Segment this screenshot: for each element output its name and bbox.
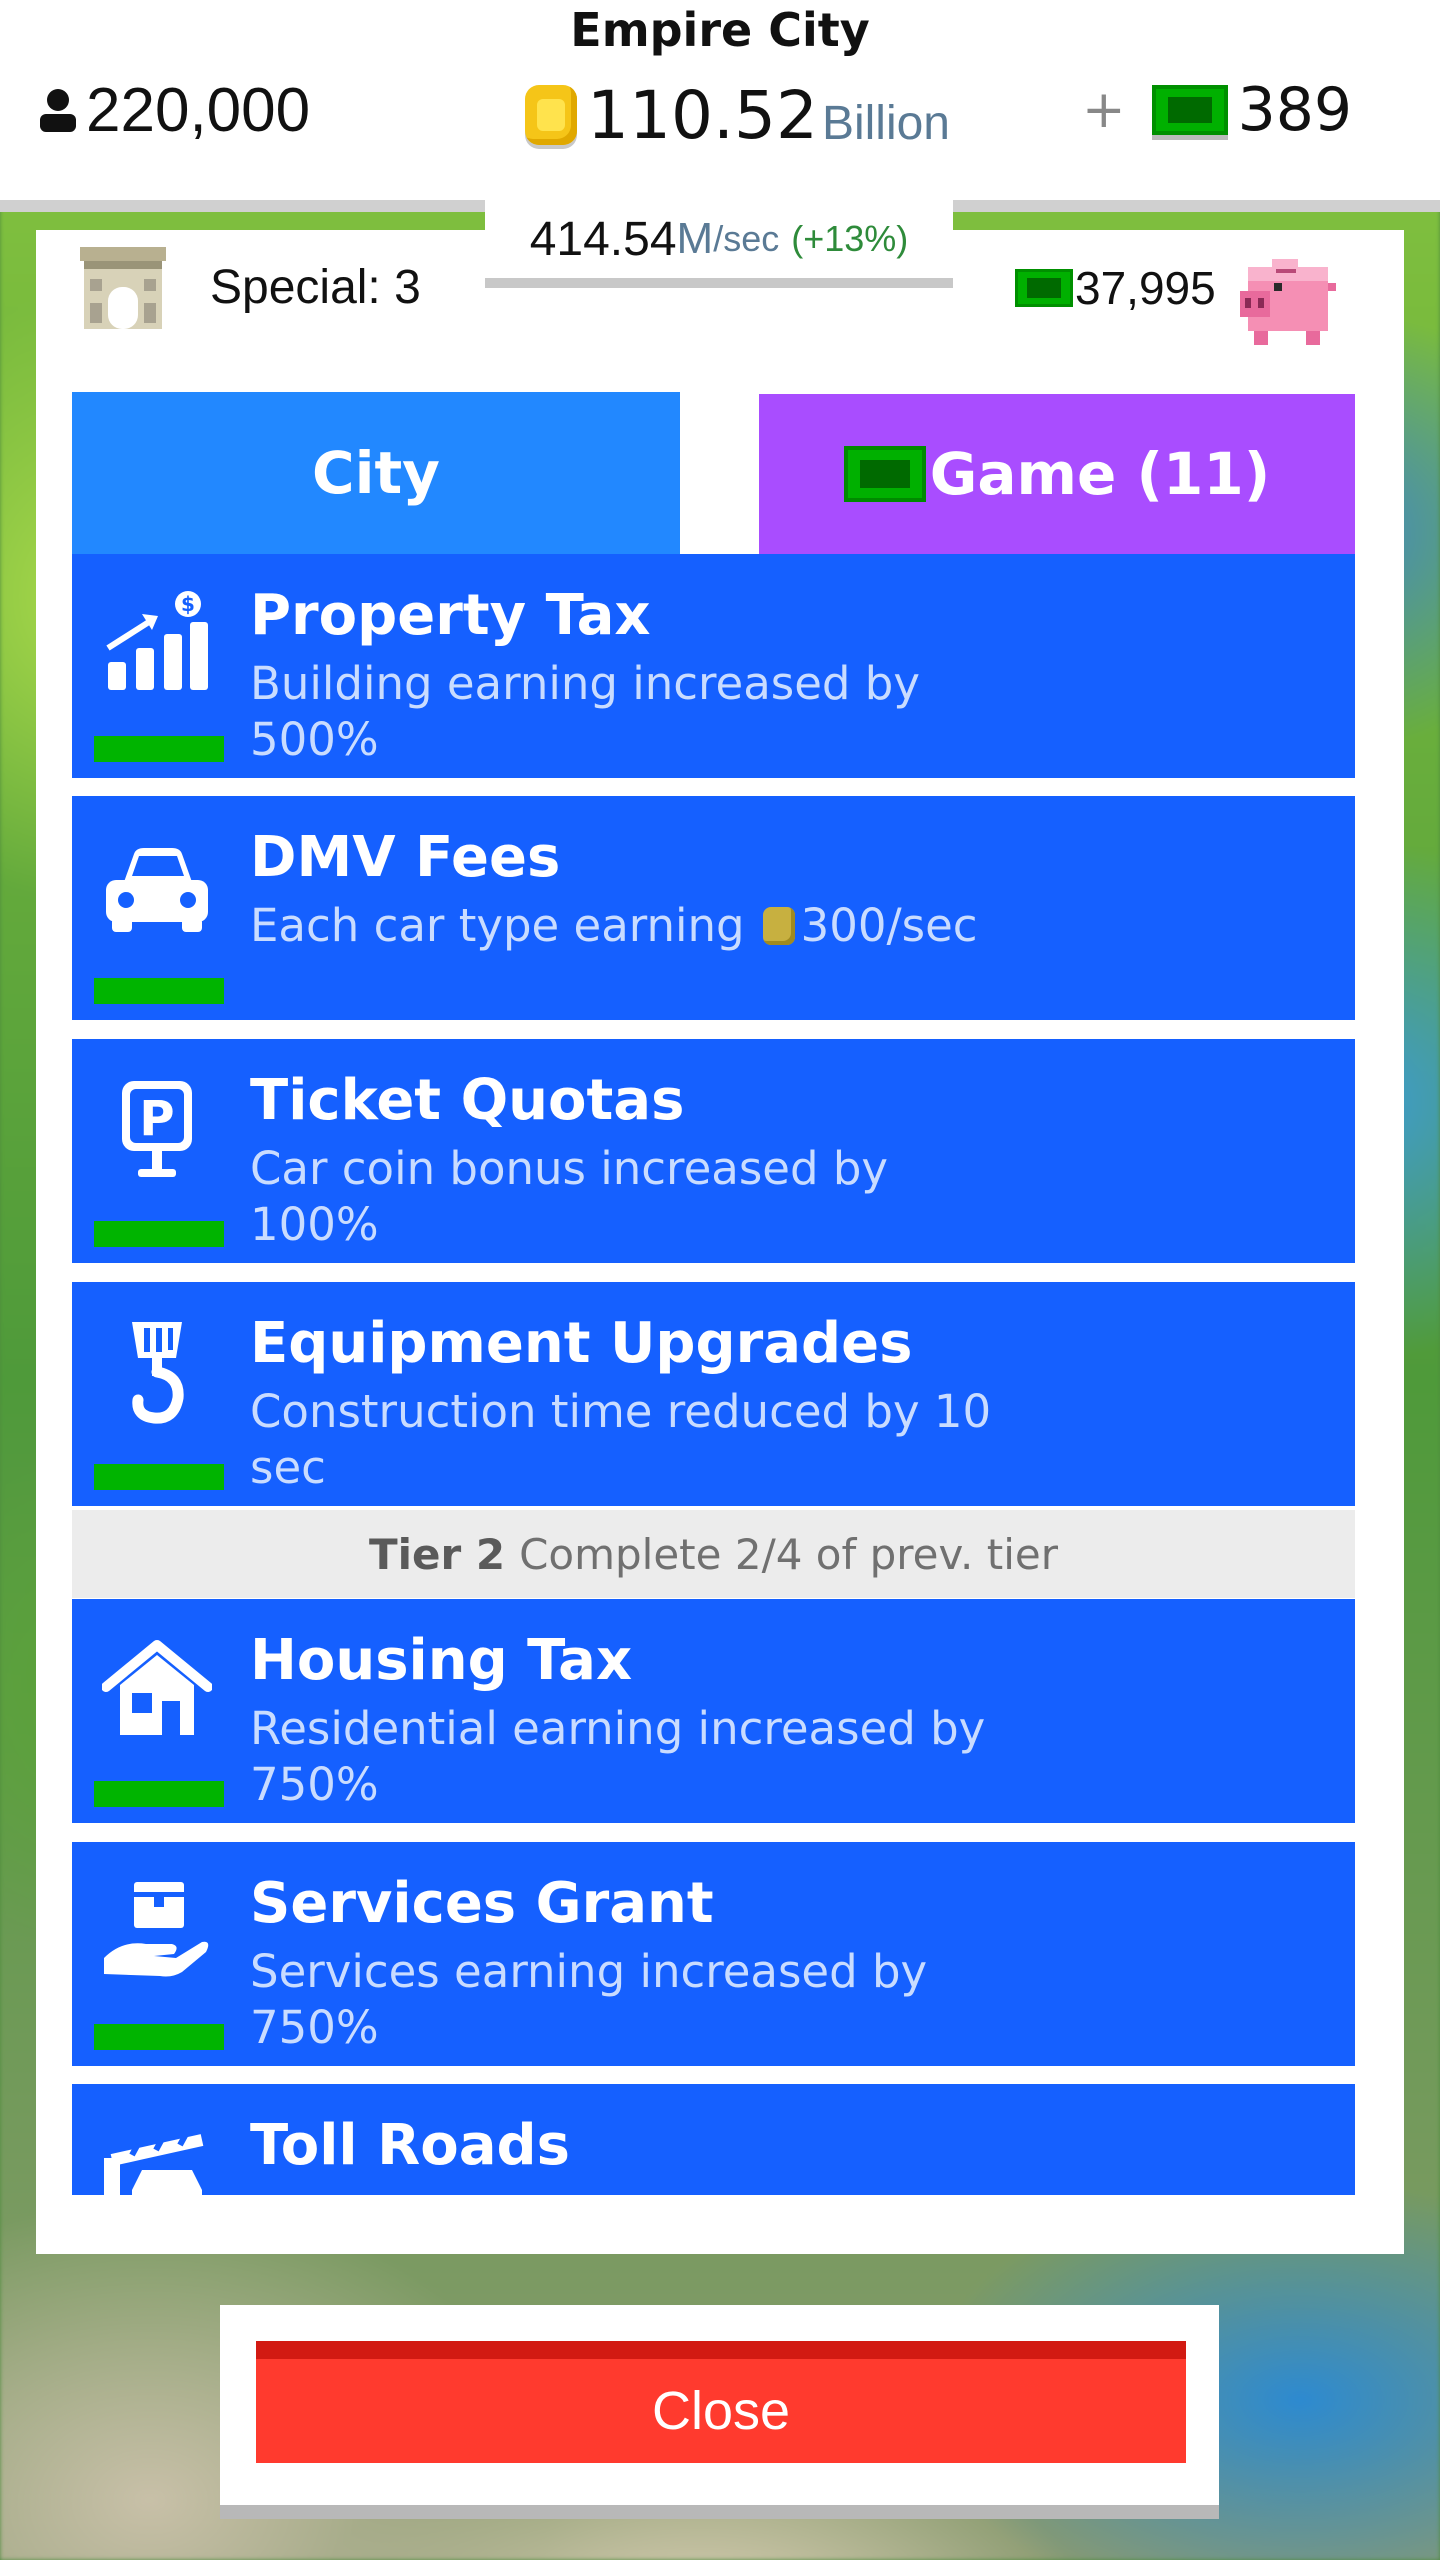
upgrade-item-dmv-fees[interactable]: DMV Fees Each car type earning 300/sec: [72, 796, 1355, 1020]
tab-game-label: Game (11): [929, 440, 1271, 508]
svg-text:$: $: [181, 592, 195, 616]
upgrade-description: Each car type earning 300/sec: [250, 898, 1030, 954]
upgrade-description: Construction time reduced by 10 sec: [250, 1385, 992, 1494]
monument-icon: [80, 246, 166, 329]
upgrade-title: Housing Tax: [250, 1628, 633, 1693]
coin-unit: Billion: [821, 96, 950, 150]
close-footer: Close: [220, 2305, 1219, 2519]
cash-icon: [1015, 268, 1073, 307]
house-icon: [102, 1640, 212, 1735]
tab-game[interactable]: Game (11): [759, 394, 1355, 554]
city-name: Empire City: [570, 3, 870, 57]
tier-label: Tier 2: [368, 1529, 506, 1579]
upgrade-progress-bar: [94, 1221, 224, 1247]
upgrade-item-services-grant[interactable]: Services Grant Services earning increase…: [72, 1842, 1355, 2066]
special-count: Special: 3: [36, 230, 454, 345]
rising-chart-icon: $: [106, 591, 208, 690]
income-unit: M: [676, 214, 714, 263]
person-icon: [40, 89, 76, 132]
upgrade-progress-bar: [94, 736, 224, 762]
upgrade-title: Ticket Quotas: [250, 1068, 685, 1133]
upgrade-title: Services Grant: [250, 1871, 714, 1936]
income-rate: 414.54 M/sec (+13%): [485, 200, 953, 288]
piggy-bank[interactable]: 37,995: [987, 230, 1404, 345]
bank-amount: 37,995: [1075, 261, 1216, 314]
upgrade-item-property-tax[interactable]: $ Property Tax Building earning increase…: [72, 554, 1355, 778]
population-value: 220,000: [86, 75, 311, 145]
coin-icon: [525, 85, 577, 145]
description-value: 300/sec: [800, 899, 978, 952]
cash-balance[interactable]: + 389: [1082, 70, 1352, 150]
crane-hook-icon: [132, 1322, 184, 1424]
upgrade-item-housing-tax[interactable]: Housing Tax Residential earning increase…: [72, 1599, 1355, 1823]
income-per: /sec: [713, 218, 780, 259]
upgrade-progress-bar: [94, 978, 224, 1004]
svg-text:P: P: [139, 1091, 174, 1147]
upgrade-list[interactable]: $ Property Tax Building earning increase…: [72, 554, 1355, 2195]
upgrade-description: Car coin bonus increased by 100%: [250, 1142, 889, 1251]
income-value: 414.54: [529, 212, 677, 266]
upgrade-description: Services earning increased by 750%: [250, 1945, 928, 2054]
coin-icon: [762, 907, 795, 945]
cash-icon: [1151, 85, 1228, 135]
population-display: 220,000: [36, 70, 310, 150]
upgrade-progress-bar: [94, 2024, 224, 2050]
upgrade-item-ticket-quotas[interactable]: P Ticket Quotas Car coin bonus increased…: [72, 1039, 1355, 1263]
piggy-bank-icon[interactable]: [1232, 243, 1340, 351]
toll-gate-icon: [104, 2132, 204, 2195]
add-cash-icon[interactable]: +: [1082, 80, 1126, 140]
upgrade-item-toll-roads[interactable]: Toll Roads: [72, 2084, 1355, 2195]
tab-city[interactable]: City: [72, 392, 680, 554]
parking-sign-icon: P: [122, 1081, 192, 1177]
tier-divider: Tier 2 Complete 2/4 of prev. tier: [72, 1510, 1355, 1598]
tier-requirement: Complete 2/4 of prev. tier: [519, 1529, 1059, 1579]
description-text: Each car type earning: [250, 899, 745, 952]
upgrade-title: Equipment Upgrades: [250, 1311, 913, 1376]
upgrade-title: Toll Roads: [250, 2113, 570, 2178]
special-label: Special: 3: [210, 261, 421, 314]
coin-balance: 110.52 Billion: [525, 70, 950, 160]
tab-city-label: City: [312, 439, 440, 507]
top-bar: Empire City 220,000 110.52 Billion + 389: [0, 0, 1440, 200]
cash-icon: [843, 446, 926, 502]
close-button[interactable]: Close: [256, 2341, 1186, 2463]
upgrade-item-equipment-upgrades[interactable]: Equipment Upgrades Construction time red…: [72, 1282, 1355, 1506]
car-icon: [106, 848, 208, 932]
income-percent: (+13%): [791, 218, 909, 259]
upgrade-description: Building earning increased by 500%: [250, 657, 920, 766]
coin-value: 110.52: [587, 76, 818, 154]
upgrade-description: Residential earning increased by 750%: [250, 1702, 986, 1811]
cash-value: 389: [1237, 75, 1353, 145]
hand-box-icon: [104, 1882, 209, 1977]
upgrade-progress-bar: [94, 1781, 224, 1807]
upgrade-progress-bar: [94, 1464, 224, 1490]
close-label: Close: [651, 2381, 791, 2441]
upgrade-title: Property Tax: [250, 583, 651, 648]
upgrade-title: DMV Fees: [250, 825, 561, 890]
